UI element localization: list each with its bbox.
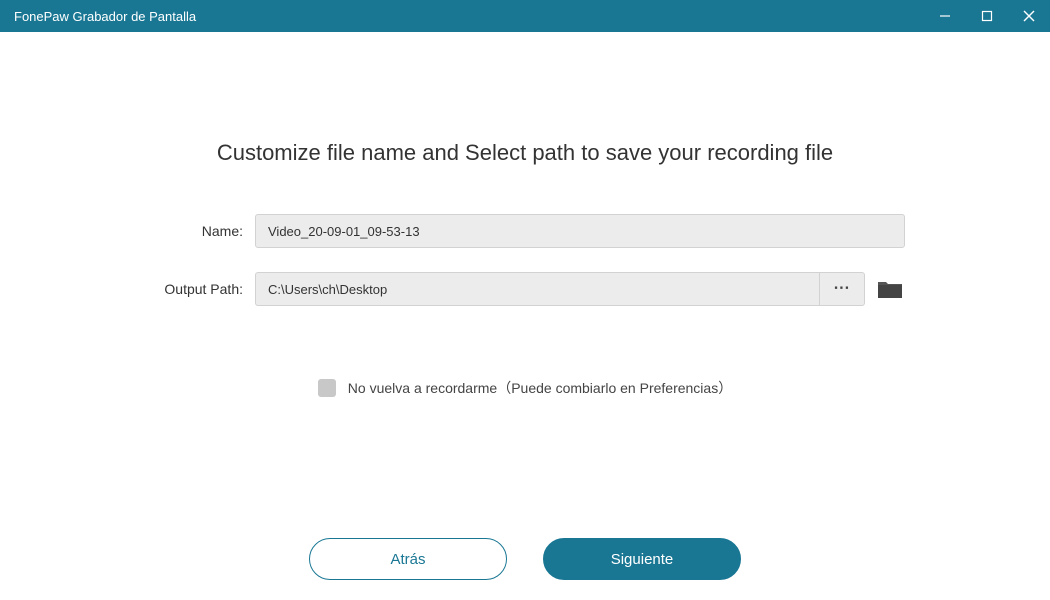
name-row: Name: — [145, 214, 905, 248]
next-button[interactable]: Siguiente — [543, 538, 741, 580]
minimize-icon — [939, 10, 951, 22]
close-button[interactable] — [1008, 0, 1050, 32]
name-input[interactable] — [255, 214, 905, 248]
maximize-icon — [981, 10, 993, 22]
path-more-button[interactable]: ∙∙∙ — [819, 272, 865, 306]
minimize-button[interactable] — [924, 0, 966, 32]
output-path-row: Output Path: ∙∙∙ — [145, 272, 905, 306]
output-path-input-wrap: ∙∙∙ — [255, 272, 905, 306]
main-content: Customize file name and Select path to s… — [0, 32, 1050, 600]
folder-icon — [877, 279, 903, 299]
output-path-input[interactable] — [255, 272, 819, 306]
back-button-label: Atrás — [390, 551, 425, 568]
maximize-button[interactable] — [966, 0, 1008, 32]
button-row: Atrás Siguiente — [40, 538, 1010, 580]
titlebar: FonePaw Grabador de Pantalla — [0, 0, 1050, 32]
checkbox-label: No vuelva a recordarme（Puede combiarlo e… — [348, 378, 732, 398]
window-title: FonePaw Grabador de Pantalla — [14, 9, 924, 24]
dont-remind-checkbox[interactable] — [318, 379, 336, 397]
name-input-wrap — [255, 214, 905, 248]
close-icon — [1022, 9, 1036, 23]
open-folder-button[interactable] — [875, 278, 905, 300]
window-controls — [924, 0, 1050, 32]
form: Name: Output Path: ∙∙∙ — [145, 214, 905, 330]
path-container: ∙∙∙ — [255, 272, 865, 306]
back-button[interactable]: Atrás — [309, 538, 507, 580]
ellipsis-icon: ∙∙∙ — [834, 280, 850, 298]
checkbox-row: No vuelva a recordarme（Puede combiarlo e… — [40, 378, 1010, 398]
name-label: Name: — [145, 223, 255, 239]
output-path-label: Output Path: — [145, 281, 255, 297]
next-button-label: Siguiente — [611, 551, 674, 568]
page-heading: Customize file name and Select path to s… — [40, 140, 1010, 166]
